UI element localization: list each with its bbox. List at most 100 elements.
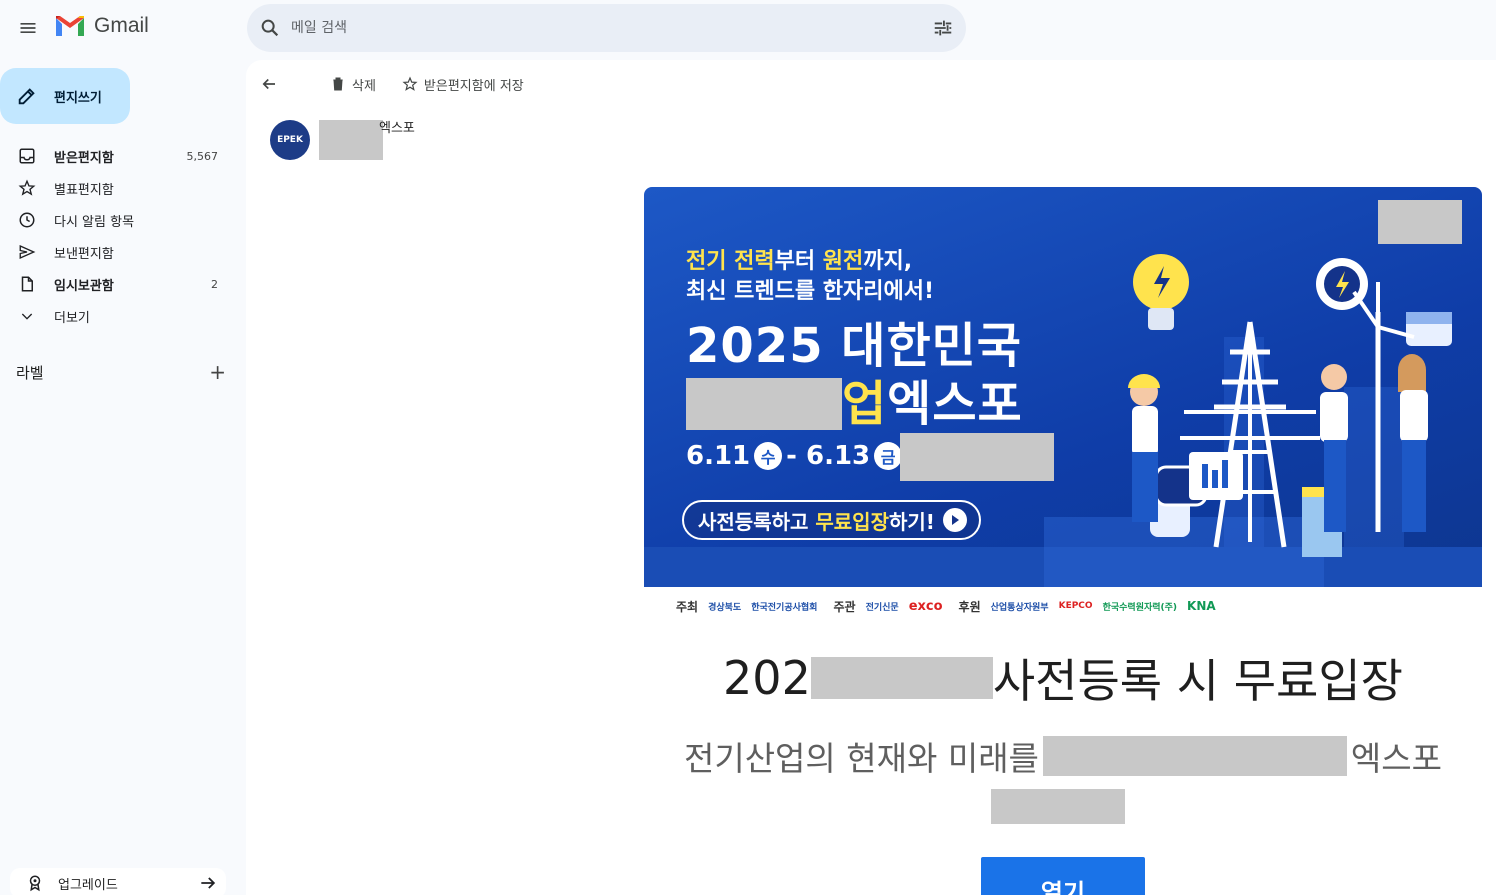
expo-banner-image[interactable]: 전기 전력부터 원전까지, 최신 트렌드를 한자리에서! 2025 대한민국 업… [644,187,1482,587]
support-logo-2: KEPCO [1058,601,1093,611]
banner-line1-a: 전기 전력 [686,249,775,274]
banner-subtitle: 전기 전력부터 원전까지, 최신 트렌드를 한자리에서! [686,247,934,307]
sidebar-item-label: 임시보관함 [54,278,114,294]
inbox-icon [17,146,37,166]
date-end: - 6.13 [786,440,871,471]
arrow-left-icon [262,78,275,90]
sidebar: 편지쓰기 받은편지함 5,567 별표편지함 다시 알림 항목 보낸편지함 임시… [0,56,246,895]
support-logo-1: 산업통상자원부 [990,602,1049,613]
banner-line1-c: 원전 [822,249,864,274]
top-bar: Gmail [0,0,1496,56]
sidebar-item-more[interactable]: 더보기 [0,300,232,332]
date-start: 6.11 [686,440,751,471]
redacted-block [1378,200,1462,244]
sidebar-item-label: 별표편지함 [54,182,114,198]
compose-button[interactable]: 편지쓰기 [0,68,130,124]
trash-icon [333,77,343,91]
app-name: Gmail [94,14,149,37]
sidebar-item-count: 2 [211,277,218,291]
sender-name[interactable]: 엑스포 [319,120,415,160]
back-button[interactable] [260,75,278,93]
upgrade-label: 업그레이드 [58,877,118,893]
add-label-icon[interactable]: + [209,360,226,384]
send-icon [17,242,37,262]
email-headline: 202 사전등록 시 무료입장 [644,645,1482,711]
redacted-block [991,789,1125,824]
email-subline: 전기산업의 현재와 미래를 엑스포 [644,732,1482,780]
search-input[interactable] [291,20,932,36]
banner-line2: 최신 트렌드를 한자리에서! [686,279,934,304]
redacted-block [1042,736,1347,776]
sidebar-item-snoozed[interactable]: 다시 알림 항목 [0,204,232,236]
save-to-inbox-button[interactable]: 받은편지함에 저장 [402,75,524,94]
power-tower-illustration [1128,254,1452,557]
redacted-block [900,433,1054,481]
save-to-inbox-label: 받은편지함에 저장 [423,78,524,94]
sidebar-item-label: 다시 알림 항목 [54,214,135,230]
sidebar-item-count: 5,567 [186,149,219,163]
delete-label: 삭제 [352,78,376,94]
sidebar-item-label: 받은편지함 [54,150,114,166]
headline-a: 202 [723,651,811,705]
search-icon[interactable] [259,17,281,39]
banner-title-line2-a: 업 [842,376,888,432]
pencil-icon [18,88,35,105]
sidebar-item-label: 더보기 [54,310,90,326]
support-logo-4: KNA [1187,599,1216,613]
chevron-down-icon [17,306,37,326]
search-bar[interactable] [247,4,966,52]
gmail-m-icon [56,16,84,36]
draft-icon [17,274,37,294]
sidebar-item-label: 보낸편지함 [54,246,114,262]
sender-avatar[interactable]: EPEK [270,120,310,160]
open-button[interactable]: 열기 [981,857,1145,895]
hamburger-icon [20,23,36,33]
sidebar-item-drafts[interactable]: 임시보관함 2 [0,268,232,300]
message-panel: 삭제 받은편지함에 저장 EPEK 엑스포 전기 전력부터 원전까지, 최신 트… [246,60,1496,895]
banner-register-cta[interactable]: 사전등록하고 무료입장하기! [682,500,981,540]
delete-button[interactable]: 삭제 [330,75,376,94]
redacted-block [810,657,993,699]
labels-title: 라벨 [16,363,44,382]
arrow-right-icon [201,877,216,889]
clock-icon [17,210,37,230]
headline-b: 사전등록 시 무료입장 [992,654,1403,708]
badge-icon [29,875,41,892]
day-start-badge: 수 [754,441,783,470]
banner-title-line1: 2025 대한민국 [686,318,1022,374]
main-menu-button[interactable] [8,8,48,48]
day-end-badge: 금 [874,441,903,470]
banner-title: 2025 대한민국 업 엑스포 [686,317,1023,433]
nav-list: 받은편지함 5,567 별표편지함 다시 알림 항목 보낸편지함 임시보관함 2… [0,140,232,332]
sidebar-item-inbox[interactable]: 받은편지함 5,567 [0,140,232,172]
sidebar-item-sent[interactable]: 보낸편지함 [0,236,232,268]
compose-label: 편지쓰기 [54,90,102,106]
sender-row: EPEK 엑스포 [270,120,415,160]
support-label: 후원 [958,599,981,614]
sidebar-item-starred[interactable]: 별표편지함 [0,172,232,204]
subline-a: 전기산업의 현재와 미래를 [683,739,1039,778]
host-logo-2: 한국전기공사협회 [751,602,818,613]
star-icon [17,178,37,198]
open-button-label: 열기 [1040,879,1086,895]
organizer-logo-2: exco [908,598,943,614]
play-icon [942,508,967,532]
support-logo-3: 한국수력원자력(주) [1102,602,1178,613]
labels-header: 라벨 + [16,360,226,384]
banner-title-line2-b: 엑스포 [887,376,1023,432]
cta-c: 하기! [888,509,935,534]
avatar-text: EPEK [277,135,303,145]
organizer-logo-1: 전기신문 [865,602,899,613]
gmail-logo[interactable]: Gmail [54,14,149,38]
subline-b: 엑스포 [1350,739,1443,778]
upgrade-button[interactable]: 업그레이드 [10,868,226,895]
banner-line1-d: 까지, [863,249,913,274]
cta-b: 무료입장 [815,509,889,534]
cta-a: 사전등록하고 [698,509,816,534]
host-logo-1: 경상북도 [708,602,742,613]
sponsor-strip: 주최 경상북도 한국전기공사협회 주관 전기신문 exco 후원 산업통상자원부… [644,587,1482,625]
organizer-label: 주관 [833,599,856,614]
redacted-block [686,378,842,430]
message-toolbar: 삭제 받은편지함에 저장 [246,60,1496,108]
search-options-icon[interactable] [932,17,954,39]
